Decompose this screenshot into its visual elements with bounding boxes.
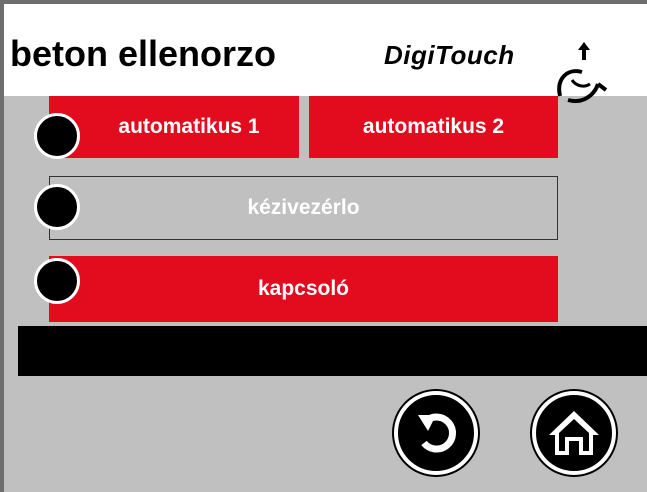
automatikus-2-button[interactable]: automatikus 2	[309, 96, 558, 158]
home-icon	[549, 411, 599, 455]
automatikus-1-button[interactable]: automatikus 1	[49, 96, 299, 158]
automatikus-1-indicator	[34, 113, 80, 159]
page-title: beton ellenorzo	[10, 33, 277, 74]
kapcsolo-indicator	[34, 258, 80, 304]
kapcsolo-button[interactable]: kapcsoló	[49, 256, 558, 322]
automatikus-1-label: automatikus 1	[118, 115, 260, 138]
kapcsolo-label: kapcsoló	[257, 277, 350, 300]
kezivezerlo-label: kézivezérlo	[247, 196, 360, 219]
status-bar	[18, 326, 647, 376]
header: beton ellenorzo DigiTouch	[4, 4, 647, 103]
back-button[interactable]	[394, 391, 478, 475]
automatikus-2-label: automatikus 2	[362, 115, 505, 138]
logo-text: DigiTouch	[384, 40, 515, 70]
kezivezerlo-button[interactable]: kézivezérlo	[49, 176, 558, 240]
back-arrow-icon	[418, 413, 457, 453]
hmi-screen: beton ellenorzo DigiTouch automatikus 1 …	[0, 0, 647, 492]
home-button[interactable]	[532, 391, 616, 475]
kezivezerlo-indicator	[34, 184, 80, 230]
